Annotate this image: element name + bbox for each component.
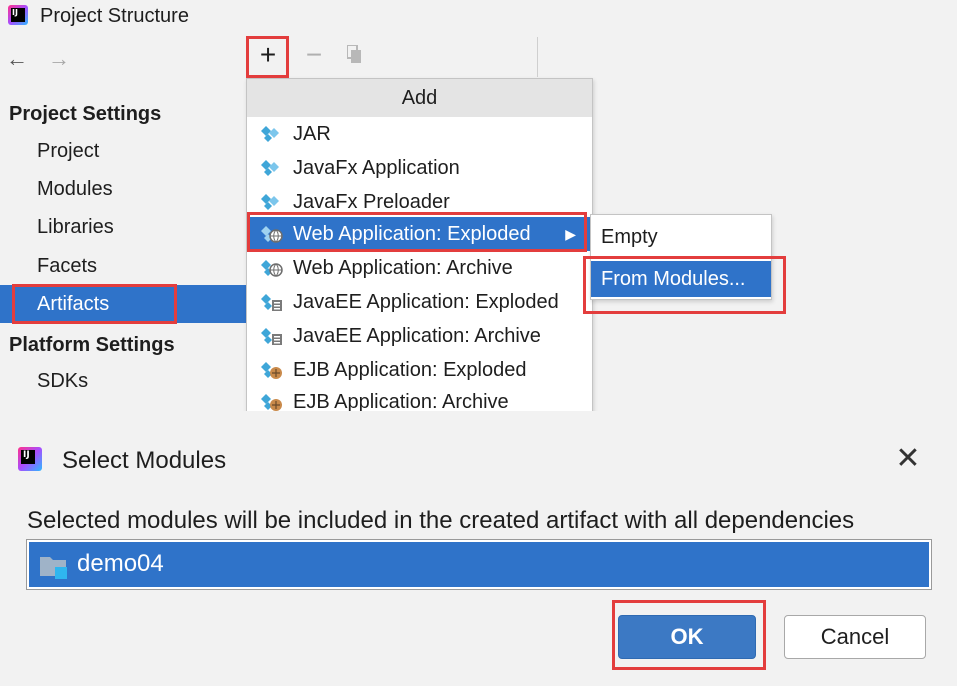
menu-item-label: JavaEE Application: Archive — [293, 325, 541, 347]
ejb-artifact-icon — [261, 394, 282, 411]
submenu-item-empty[interactable]: Empty — [591, 219, 771, 255]
menu-item-label: JavaFx Preloader — [293, 191, 450, 213]
submenu-item-label: Empty — [601, 226, 658, 248]
menu-item-web-application-exploded[interactable]: Web Application: Exploded ▶ — [247, 217, 592, 251]
list-item[interactable]: demo04 — [29, 542, 929, 587]
sidebar-item-label: Artifacts — [37, 293, 110, 315]
submenu-arrow-icon: ▶ — [565, 226, 576, 242]
sidebar-item-label: Modules — [37, 178, 113, 200]
menu-item-label: Web Application: Archive — [293, 257, 513, 279]
menu-item-label: JavaFx Application — [293, 157, 460, 179]
module-folder-icon — [40, 557, 67, 579]
menu-item-javafx-preloader[interactable]: JavaFx Preloader — [247, 185, 592, 219]
section-platform-settings: Platform Settings — [9, 334, 175, 356]
add-menu: Add JAR JavaFx Application JavaFx Preloa… — [246, 78, 593, 420]
sidebar-item-label: Libraries — [37, 216, 114, 238]
add-button[interactable]: + — [250, 38, 286, 74]
copy-icon[interactable] — [347, 45, 361, 63]
web-artifact-icon — [261, 260, 283, 277]
menu-item-label: JavaEE Application: Exploded — [293, 291, 559, 313]
section-project-settings: Project Settings — [9, 103, 162, 125]
dialog-description: Selected modules will be included in the… — [27, 507, 855, 534]
cancel-button[interactable]: Cancel — [784, 615, 926, 659]
sidebar-item-label: Project — [37, 140, 100, 162]
title-bar: IJ Project Structure — [0, 0, 957, 32]
sidebar-item-label: Facets — [37, 255, 98, 277]
intellij-logo-icon: IJ — [8, 5, 28, 25]
back-arrow-icon[interactable]: ← — [6, 47, 28, 71]
javaee-artifact-icon — [261, 294, 282, 311]
menu-item-label: Web Application: Exploded — [293, 223, 531, 245]
web-exploded-submenu: Empty From Modules... — [590, 214, 772, 300]
web-artifact-icon — [261, 226, 283, 243]
menu-item-javafx-application[interactable]: JavaFx Application — [247, 151, 592, 185]
window-title: Project Structure — [40, 5, 189, 27]
sidebar-item-project[interactable]: Project — [0, 132, 246, 170]
menu-item-web-application-archive[interactable]: Web Application: Archive — [247, 251, 592, 285]
select-modules-dialog: IJ Select Modules ✕ Selected modules wil… — [0, 411, 957, 686]
forward-arrow-icon[interactable]: → — [48, 47, 70, 71]
sidebar-item-sdks[interactable]: SDKs — [0, 362, 246, 400]
menu-item-label: JAR — [293, 123, 331, 145]
menu-item-javaee-application-exploded[interactable]: JavaEE Application: Exploded — [247, 285, 592, 319]
sidebar-item-label: SDKs — [37, 370, 89, 392]
add-menu-title: Add — [401, 87, 438, 109]
ok-button[interactable]: OK — [618, 615, 756, 659]
menu-item-ejb-application-exploded[interactable]: EJB Application: Exploded — [247, 353, 592, 387]
add-menu-header: Add — [247, 79, 592, 117]
toolbar-divider — [537, 37, 538, 77]
module-list[interactable]: demo04 — [26, 539, 932, 590]
artifact-icon — [261, 194, 279, 210]
submenu-item-label: From Modules... — [601, 268, 746, 290]
sidebar-item-libraries[interactable]: Libraries — [0, 208, 246, 246]
menu-item-jar[interactable]: JAR — [247, 117, 592, 151]
artifact-icon — [261, 126, 279, 142]
menu-item-javaee-application-archive[interactable]: JavaEE Application: Archive — [247, 319, 592, 353]
artifact-icon — [261, 160, 279, 176]
remove-button[interactable]: − — [296, 38, 332, 74]
submenu-item-from-modules[interactable]: From Modules... — [591, 261, 771, 297]
module-name: demo04 — [77, 550, 164, 577]
intellij-logo-icon: IJ — [18, 447, 42, 471]
menu-item-label: EJB Application: Exploded — [293, 359, 527, 381]
sidebar-item-artifacts[interactable]: Artifacts — [0, 285, 246, 323]
javaee-artifact-icon — [261, 328, 282, 345]
sidebar-item-facets[interactable]: Facets — [0, 247, 246, 285]
dialog-title: Select Modules — [62, 447, 227, 474]
ejb-artifact-icon — [261, 362, 282, 379]
sidebar-item-modules[interactable]: Modules — [0, 170, 246, 208]
close-icon[interactable]: ✕ — [888, 439, 928, 479]
